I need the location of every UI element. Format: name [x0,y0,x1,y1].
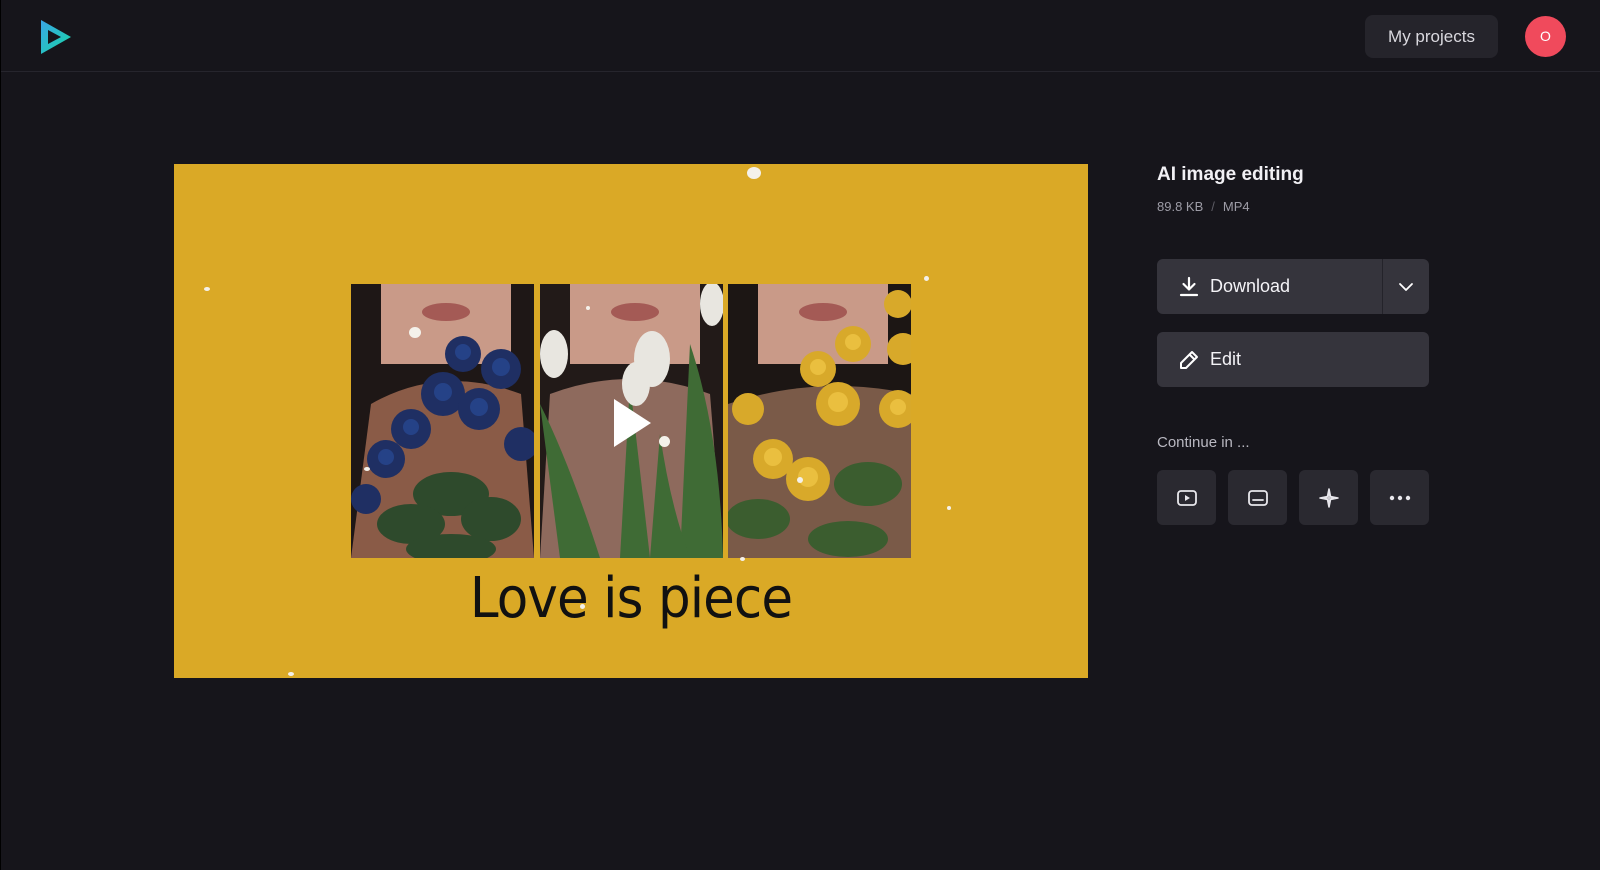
video-player-icon [1177,490,1197,506]
download-label: Download [1210,276,1291,296]
download-button[interactable]: Download [1157,259,1429,314]
confetti-dot [747,167,761,179]
continue-ai-sparkle-button[interactable] [1299,470,1358,525]
sparkle-icon [1319,488,1339,508]
confetti-dot [659,436,670,447]
video-preview[interactable]: Love is piece [174,164,1088,678]
top-bar: My projects O [1,0,1600,72]
confetti-dot [580,604,585,609]
confetti-dot [740,557,745,561]
edit-button[interactable]: Edit [1157,332,1429,387]
continue-more-button[interactable] [1370,470,1429,525]
continue-video-player-button[interactable] [1157,470,1216,525]
confetti-dot [947,506,951,510]
subtitles-icon [1248,490,1268,506]
app-window: My projects O Love is piece AI image edi… [1,0,1600,870]
yellow-roses-photo [728,284,911,558]
more-icon [1389,495,1411,501]
confetti-dot [364,467,370,471]
confetti-dot [797,477,803,483]
confetti-dot [409,327,421,338]
meta-separator: / [1211,199,1215,214]
play-icon[interactable] [610,396,654,450]
file-size: 89.8 KB [1157,199,1204,214]
continue-in-label: Continue in ... [1157,434,1250,451]
pencil-icon [1180,351,1198,369]
my-projects-button[interactable]: My projects [1365,15,1498,58]
project-title: AI image editing [1157,164,1304,185]
confetti-dot [586,306,590,310]
video-caption: Love is piece [469,566,793,631]
user-avatar[interactable]: O [1525,16,1566,57]
edit-label: Edit [1210,349,1242,369]
download-icon [1179,276,1199,297]
chevron-down-icon [1399,283,1413,291]
confetti-dot [204,287,210,291]
confetti-dot [924,276,929,281]
blue-roses-photo [351,284,534,558]
continue-subtitles-button[interactable] [1228,470,1287,525]
confetti-dot [288,672,294,676]
file-format: MP4 [1222,199,1250,214]
play-triangle-logo-icon[interactable] [38,18,74,56]
download-options-dropdown[interactable] [1383,259,1429,314]
file-meta: 89.8 KB / MP4 [1157,199,1250,214]
